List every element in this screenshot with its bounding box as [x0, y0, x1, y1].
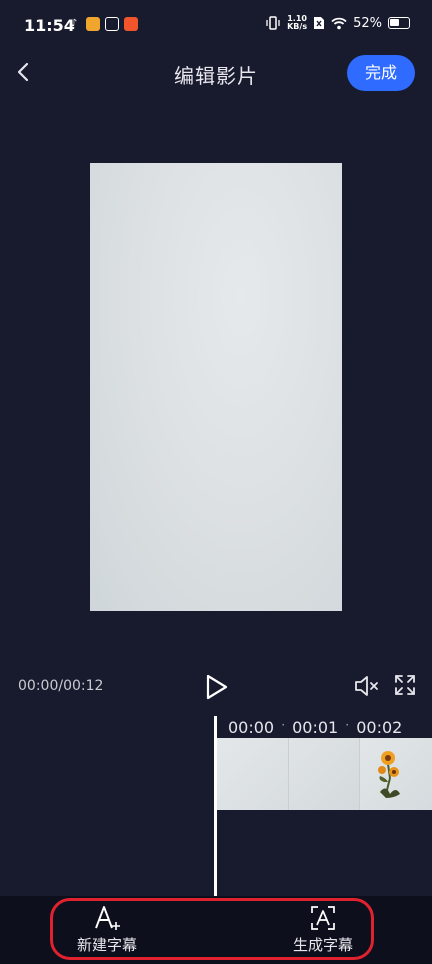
network-speed-unit: KB/s	[287, 22, 308, 31]
battery-percent: 52%	[353, 15, 382, 31]
network-speed: 1.10 KB/s	[287, 15, 307, 31]
timeline-playhead[interactable]	[214, 716, 217, 896]
sim-icon	[314, 17, 325, 29]
app-icon-red	[124, 17, 138, 31]
clip-thumbnail	[288, 738, 360, 810]
app-icon-orange	[86, 17, 100, 31]
play-button[interactable]	[201, 672, 231, 702]
timeline-ruler: 00:00 · 00:01 · 00:02	[228, 718, 402, 737]
status-bar: 11:54 ♪ 1.10 KB/s 52%	[0, 0, 432, 52]
mute-button[interactable]	[353, 674, 381, 698]
timeline-tick: 00:02	[356, 718, 403, 737]
clip-thumbnail	[360, 738, 432, 810]
subtitle-track[interactable]	[217, 810, 432, 896]
timeline-tick: 00:01	[292, 718, 339, 737]
video-preview[interactable]	[90, 163, 342, 611]
app-icon-red-box	[105, 17, 119, 31]
highlight-annotation	[50, 898, 374, 960]
done-button[interactable]: 完成	[347, 55, 415, 91]
video-clip-strip[interactable]	[217, 738, 432, 810]
battery-icon	[388, 17, 410, 29]
playback-timecode: 00:00/00:12	[18, 678, 104, 694]
vibrate-icon	[266, 16, 280, 30]
fullscreen-button[interactable]	[394, 674, 416, 696]
sunflower-image	[378, 751, 400, 798]
timeline-tick: 00:00	[228, 718, 275, 737]
tiktok-icon: ♪	[70, 18, 78, 29]
notification-icons: ♪	[67, 17, 138, 31]
timeline-tick-dot: ·	[281, 718, 286, 732]
wifi-icon	[331, 17, 347, 29]
timeline-tick-dot: ·	[345, 718, 350, 732]
status-indicators: 1.10 KB/s 52%	[265, 15, 410, 31]
clip-thumbnail	[217, 738, 289, 810]
